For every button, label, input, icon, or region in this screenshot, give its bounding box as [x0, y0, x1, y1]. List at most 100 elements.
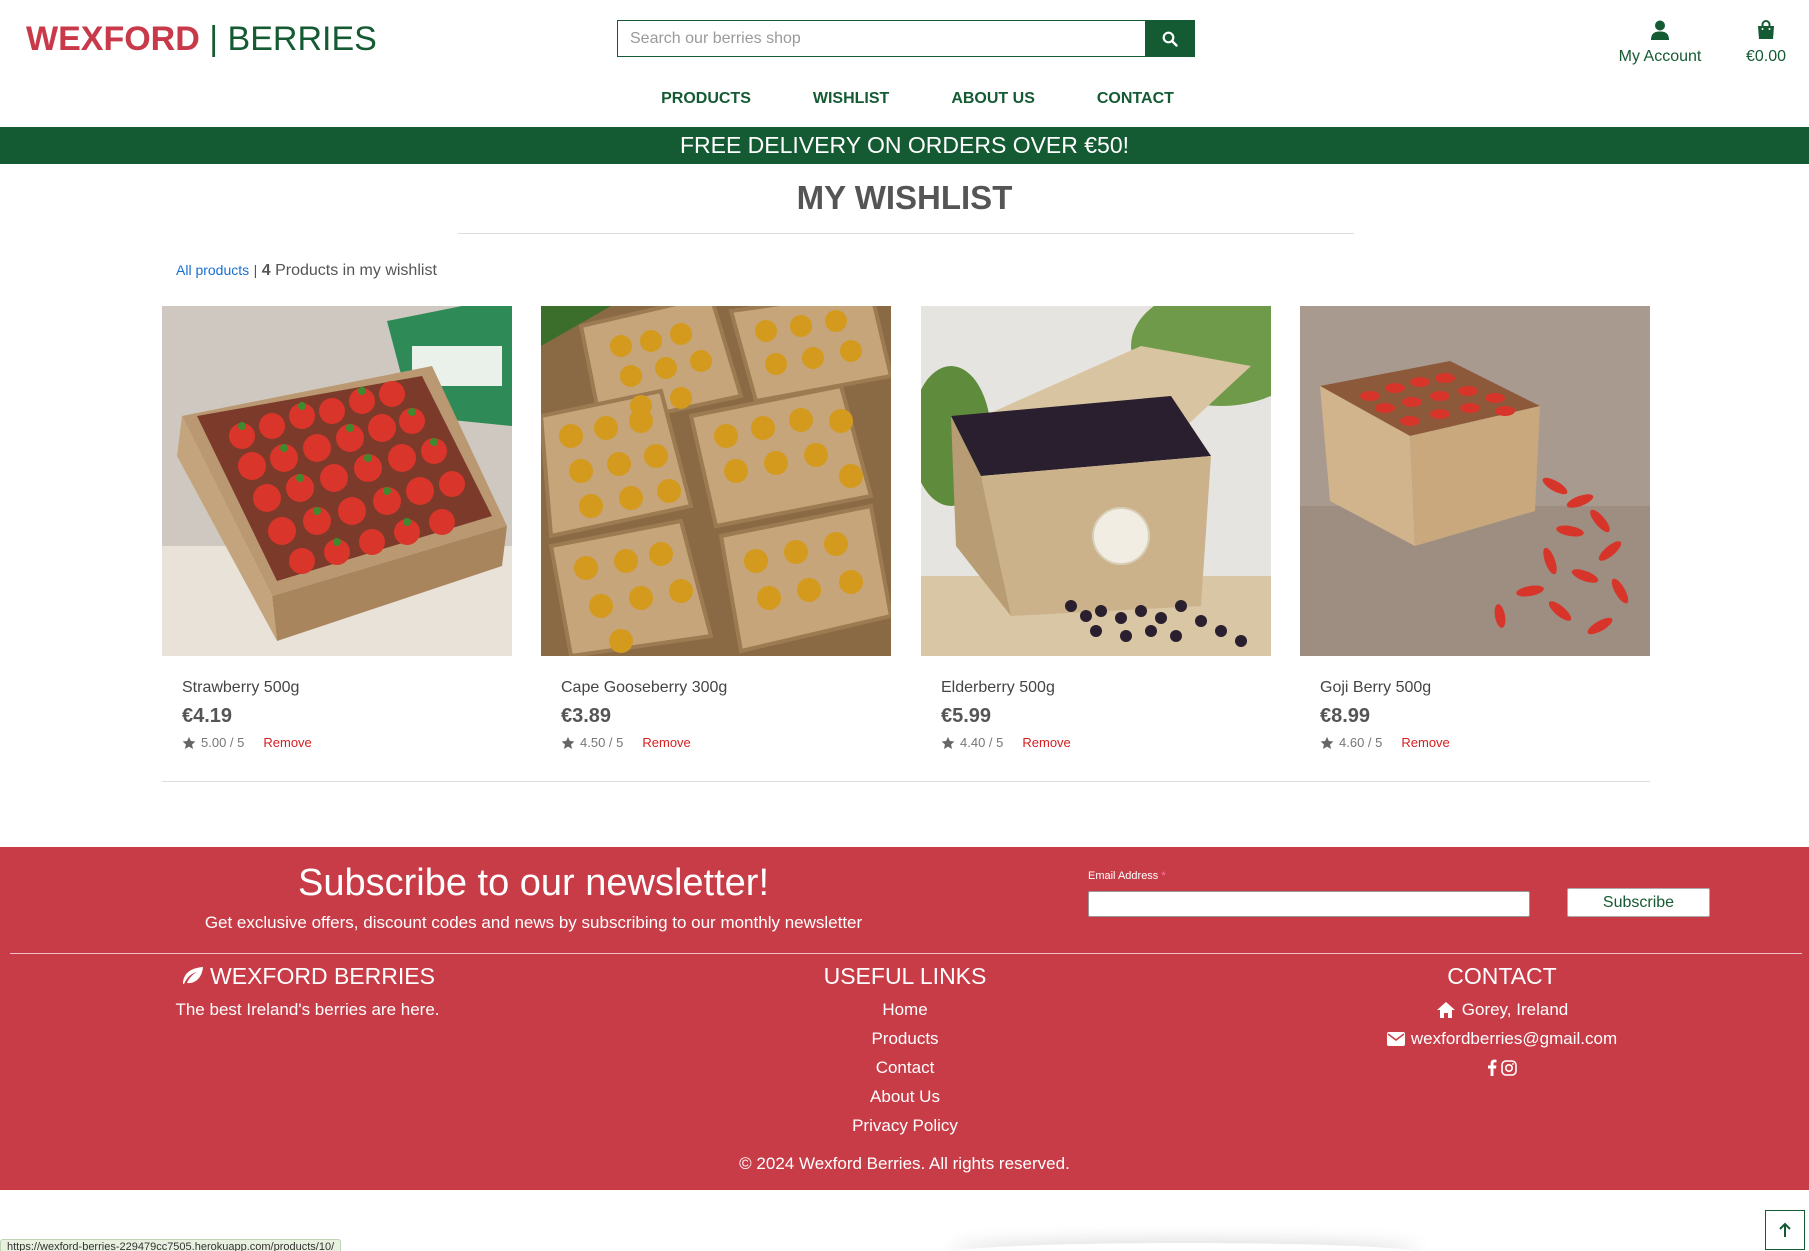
nav-wishlist[interactable]: WISHLIST — [782, 87, 920, 111]
social-links — [1252, 1056, 1752, 1085]
summary-separator: | — [253, 262, 258, 278]
product-rating: 4.60 / 5 — [1339, 735, 1383, 750]
footer-divider — [10, 953, 1802, 954]
useful-links-list: Home Products Contact About Us Privacy P… — [655, 995, 1155, 1140]
footer-link-about-us[interactable]: About Us — [655, 1082, 1155, 1111]
product-card: Goji Berry 500g €8.99 4.60 / 5 Remove — [1300, 306, 1650, 751]
product-rating: 4.50 / 5 — [580, 735, 624, 750]
wishlist-grid: Strawberry 500g €4.19 5.00 / 5 Remove Ca… — [162, 306, 1650, 782]
site-logo[interactable]: WEXFORD | BERRIES — [26, 18, 377, 60]
product-price: €4.19 — [182, 705, 233, 727]
home-icon — [1436, 1001, 1455, 1018]
leaf-icon — [183, 967, 204, 984]
main-nav: PRODUCTS WISHLIST ABOUT US CONTACT — [0, 87, 1809, 111]
product-meta: 4.50 / 5 Remove — [541, 735, 891, 751]
user-icon — [1651, 20, 1669, 40]
product-image-elderberry[interactable] — [921, 306, 1271, 656]
footer-brand: WEXFORD BERRIES The best Ireland's berri… — [60, 961, 555, 1024]
search-form — [617, 20, 1195, 57]
footer-link-home[interactable]: Home — [655, 995, 1155, 1024]
logo-berries: BERRIES — [227, 20, 377, 58]
location-text: Gorey, Ireland — [1461, 1000, 1569, 1019]
product-rating: 4.40 / 5 — [960, 735, 1004, 750]
product-card: Cape Gooseberry 300g €3.89 4.50 / 5 Remo… — [541, 306, 891, 751]
footer-brand-name: WEXFORD BERRIES — [210, 963, 435, 989]
nav-products[interactable]: PRODUCTS — [630, 87, 782, 111]
logo-wexford: WEXFORD — [26, 20, 200, 58]
goji-box-image — [1300, 306, 1650, 656]
product-name: Elderberry 500g — [941, 679, 1055, 696]
footer-link-privacy-policy[interactable]: Privacy Policy — [655, 1111, 1155, 1140]
contact-title: CONTACT — [1447, 963, 1557, 989]
footer-useful-links: USEFUL LINKS Home Products Contact About… — [655, 961, 1155, 1140]
product-rating: 5.00 / 5 — [201, 735, 245, 750]
newsletter-subtitle: Get exclusive offers, discount codes and… — [204, 913, 863, 932]
shopping-bag-icon — [1758, 20, 1774, 39]
facebook-link[interactable] — [1487, 1056, 1497, 1085]
footer-brand-title: WEXFORD BERRIES — [60, 961, 555, 991]
site-footer: Subscribe to our newsletter! Get exclusi… — [0, 847, 1809, 1190]
search-icon — [1162, 31, 1178, 47]
envelope-icon — [1386, 1031, 1405, 1046]
email-text: wexfordberries@gmail.com — [1410, 1029, 1618, 1048]
star-icon — [1320, 736, 1334, 750]
star-icon — [182, 736, 196, 750]
wishlist-count: 4 — [261, 262, 271, 279]
subscribe-button[interactable]: Subscribe — [1567, 888, 1710, 917]
product-card: Elderberry 500g €5.99 4.40 / 5 Remove — [921, 306, 1271, 751]
cart-total: €0.00 — [1745, 48, 1787, 65]
product-meta: 4.40 / 5 Remove — [921, 735, 1271, 751]
email-label: Email Address * — [1088, 869, 1166, 883]
product-image-goji-berry[interactable] — [1300, 306, 1650, 656]
star-icon — [561, 736, 575, 750]
footer-link-products[interactable]: Products — [655, 1024, 1155, 1053]
wishlist-summary: All products | 4 Products in my wishlist — [176, 259, 437, 282]
instagram-link[interactable] — [1501, 1056, 1517, 1085]
my-account-link[interactable]: My Account — [1608, 14, 1712, 66]
product-card: Strawberry 500g €4.19 5.00 / 5 Remove — [162, 306, 512, 751]
remove-from-wishlist-link[interactable]: Remove — [263, 735, 311, 751]
newsletter-title: Subscribe to our newsletter! — [297, 862, 769, 904]
newsletter-email-input[interactable] — [1088, 891, 1530, 917]
strawberry-box-image — [162, 306, 512, 656]
footer-link-contact[interactable]: Contact — [655, 1053, 1155, 1082]
product-name: Strawberry 500g — [182, 679, 300, 696]
search-input[interactable] — [617, 20, 1145, 57]
elderberry-box-image — [921, 306, 1271, 656]
my-account-label: My Account — [1618, 48, 1702, 65]
wishlist-count-text: Products in my wishlist — [275, 262, 437, 279]
footer-tagline: The best Ireland's berries are here. — [175, 1000, 440, 1019]
remove-from-wishlist-link[interactable]: Remove — [642, 735, 690, 751]
arrow-up-icon — [1779, 1222, 1791, 1237]
product-image-strawberry[interactable] — [162, 306, 512, 656]
useful-links-title: USEFUL LINKS — [823, 963, 987, 989]
back-to-top-button[interactable] — [1765, 1210, 1805, 1250]
product-price: €8.99 — [1320, 705, 1371, 727]
nav-contact[interactable]: CONTACT — [1066, 87, 1205, 111]
nav-about-us[interactable]: ABOUT US — [920, 87, 1066, 111]
product-price: €5.99 — [941, 705, 992, 727]
site-header: WEXFORD | BERRIES My Account — [0, 0, 1809, 127]
star-icon — [941, 736, 955, 750]
title-divider — [458, 233, 1354, 234]
product-price: €3.89 — [561, 705, 612, 727]
instagram-icon — [1501, 1060, 1517, 1076]
product-image-cape-gooseberry[interactable] — [541, 306, 891, 656]
floating-shadow — [950, 1243, 1420, 1251]
logo-separator: | — [209, 20, 219, 58]
all-products-link[interactable]: All products — [176, 262, 249, 278]
footer-contact: CONTACT Gorey, Ireland wexfordberries@gm… — [1252, 961, 1752, 1085]
contact-email[interactable]: wexfordberries@gmail.com — [1252, 1024, 1752, 1053]
remove-from-wishlist-link[interactable]: Remove — [1401, 735, 1449, 751]
cart-link[interactable]: €0.00 — [1735, 14, 1797, 66]
copyright: © 2024 Wexford Berries. All rights reser… — [739, 1154, 1070, 1173]
browser-status-url: https://wexford-berries-229479cc7505.her… — [0, 1239, 342, 1251]
search-button[interactable] — [1145, 20, 1195, 57]
page-title: MY WISHLIST — [796, 179, 1013, 216]
required-mark: * — [1161, 870, 1166, 882]
product-meta: 4.60 / 5 Remove — [1300, 735, 1650, 751]
remove-from-wishlist-link[interactable]: Remove — [1022, 735, 1070, 751]
delivery-banner: FREE DELIVERY ON ORDERS OVER €50! — [0, 127, 1809, 164]
gooseberry-trays-image — [541, 306, 891, 656]
product-name: Cape Gooseberry 300g — [561, 679, 728, 696]
